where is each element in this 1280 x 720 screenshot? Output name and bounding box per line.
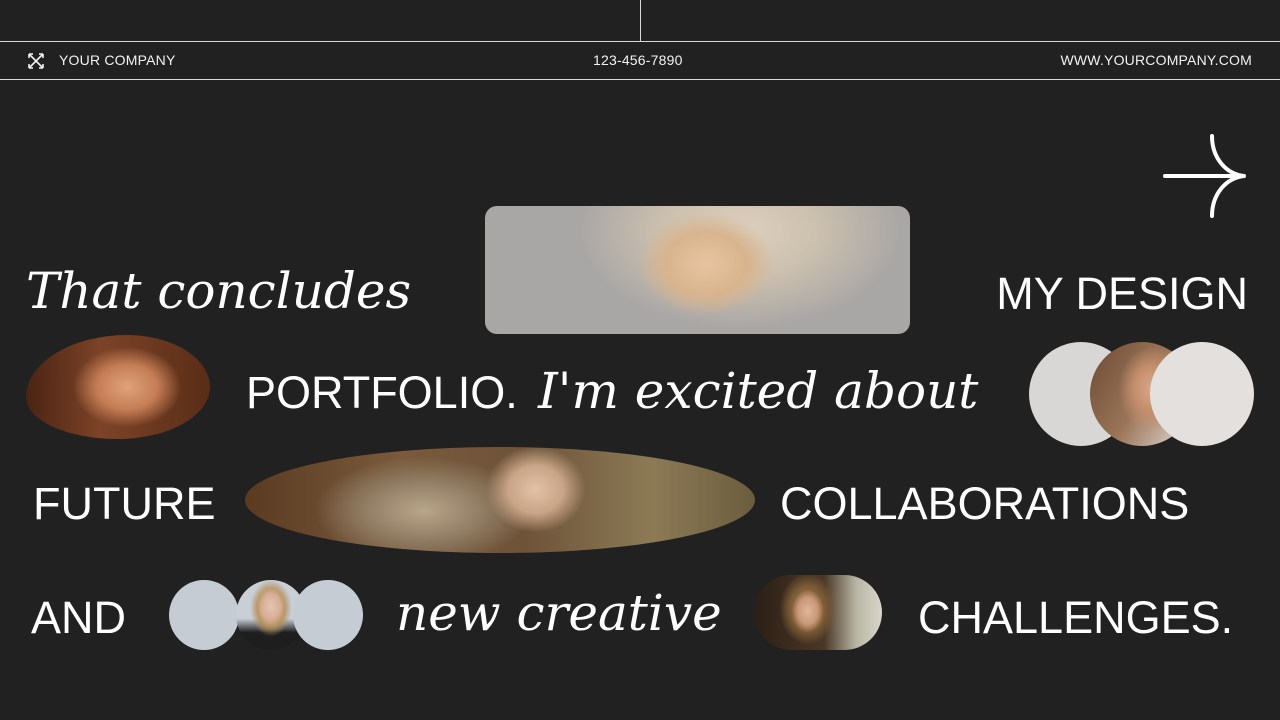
renaissance-painting-image xyxy=(245,447,755,553)
line3-caps-right-text: COLLABORATIONS xyxy=(780,478,1190,529)
phone-number: 123-456-7890 xyxy=(593,52,683,68)
portrait-blonde-image xyxy=(485,206,910,334)
arrow-right-icon[interactable] xyxy=(1162,133,1248,219)
line2-script-text: I'm excited about xyxy=(538,362,979,420)
line1-caps-text: MY DESIGN xyxy=(996,268,1248,319)
woman-circle-left xyxy=(169,580,239,650)
renaissance-lady-image xyxy=(754,575,882,650)
website-link[interactable]: WWW.YOURCOMPANY.COM xyxy=(1060,52,1252,68)
company-name: YOUR COMPANY xyxy=(59,52,176,68)
profile-circle-right xyxy=(1150,342,1254,446)
logo-icon xyxy=(26,51,46,71)
line4-caps-right-text: CHALLENGES. xyxy=(918,592,1234,643)
line2-caps-text: PORTFOLIO. xyxy=(246,367,518,418)
line4-script-text: new creative xyxy=(396,584,722,642)
header-top-rule xyxy=(0,41,1280,42)
line3-caps-left-text: FUTURE xyxy=(33,478,216,529)
header-center-divider xyxy=(640,0,641,41)
header-bottom-rule xyxy=(0,79,1280,80)
line4-caps-left-text: AND xyxy=(31,592,127,643)
line1-script-text: That concludes xyxy=(26,262,412,320)
painted-face-image xyxy=(26,335,210,439)
woman-circle-right xyxy=(293,580,363,650)
